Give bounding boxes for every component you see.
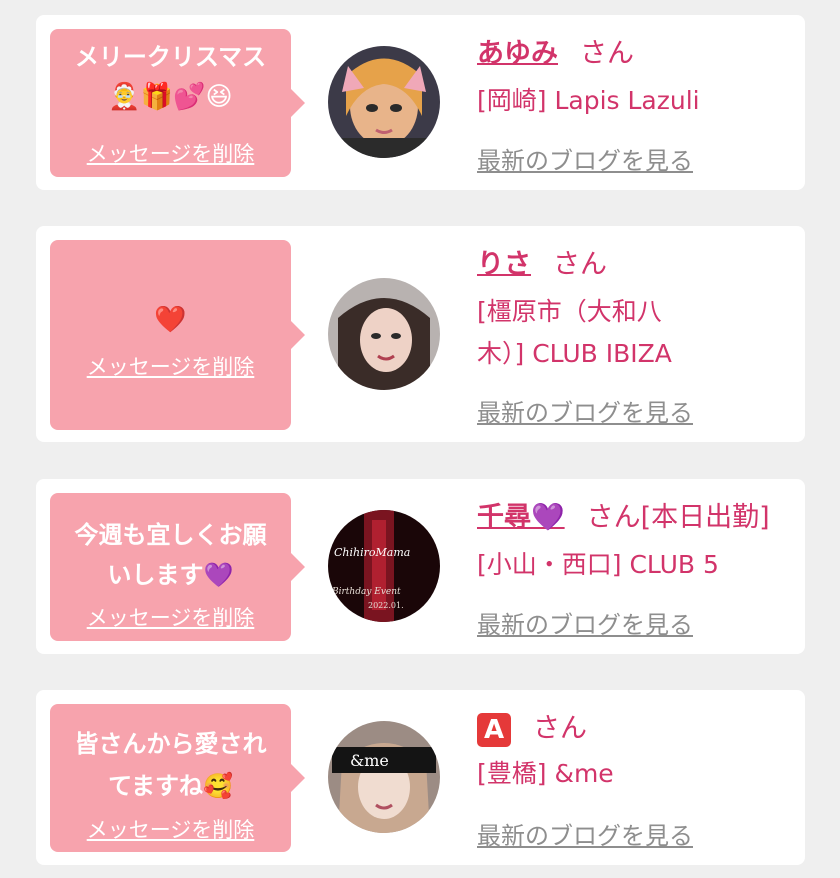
message-bubble: メリークリスマス 🤶🎁💕😆 メッセージを削除 bbox=[50, 29, 305, 177]
message-text-line1: 今週も宜しくお願 bbox=[74, 521, 267, 549]
message-card: メリークリスマス 🤶🎁💕😆 メッセージを削除 あゆみ さん [岡崎] Lapis … bbox=[36, 15, 805, 190]
shop-name: [豊橋] &me bbox=[477, 758, 614, 788]
user-name-link[interactable]: あゆみ bbox=[477, 38, 558, 69]
user-name-link[interactable]: 千尋💜 bbox=[477, 502, 565, 533]
message-card: 皆さんから愛され てますね🥰 メッセージを削除 &me A さん [豊橋] &me… bbox=[36, 690, 805, 865]
delete-message-link[interactable]: メッセージを削除 bbox=[50, 138, 291, 168]
avatar-photo-icon: ChihiroMama Birthday Event 2022.01. bbox=[328, 510, 440, 622]
message-text-line2: てますね🥰 bbox=[108, 772, 233, 800]
message-bubble: ❤️ メッセージを削除 bbox=[50, 240, 305, 430]
latest-blog-link[interactable]: 最新のブログを見る bbox=[477, 393, 693, 428]
shop-name-line2: 木）] CLUB IBIZA bbox=[477, 339, 672, 368]
honorific: さん bbox=[580, 38, 634, 69]
delete-message-link[interactable]: メッセージを削除 bbox=[50, 602, 291, 632]
honorific: さん bbox=[553, 249, 607, 280]
shop-name: [小山・西口] CLUB 5 bbox=[477, 550, 719, 579]
message-text-line2: 🤶🎁💕😆 bbox=[108, 82, 233, 112]
user-info: あゆみ さん [岡崎] Lapis Lazuli bbox=[477, 31, 795, 122]
latest-blog-link[interactable]: 最新のブログを見る bbox=[477, 141, 693, 176]
avatar[interactable]: &me bbox=[328, 721, 440, 833]
name-line: A さん bbox=[477, 706, 795, 747]
honorific: さん bbox=[586, 502, 641, 533]
name-line: 千尋💜 さん[本日出勤] bbox=[477, 495, 795, 534]
attendance-status: [本日出勤] bbox=[640, 502, 770, 533]
avatar-logo-text: &me bbox=[350, 751, 389, 770]
avatar[interactable] bbox=[328, 278, 440, 390]
message-text-line1: メリークリスマス bbox=[74, 43, 267, 71]
user-info: りさ さん [橿原市（大和八 木）] CLUB IBIZA bbox=[477, 242, 795, 375]
shop-name: [岡崎] Lapis Lazuli bbox=[477, 86, 700, 115]
avatar-photo-icon bbox=[328, 278, 440, 390]
name-line: りさ さん bbox=[477, 242, 795, 281]
honorific: さん bbox=[533, 713, 587, 744]
message-text-line2: いします💜 bbox=[107, 561, 234, 589]
avatar[interactable]: ChihiroMama Birthday Event 2022.01. bbox=[328, 510, 440, 622]
user-info: A さん [豊橋] &me bbox=[477, 706, 795, 795]
shop-name-line1: [橿原市（大和八 bbox=[477, 297, 662, 326]
user-name-link[interactable]: りさ bbox=[477, 249, 531, 280]
message-bubble: 今週も宜しくお願 いします💜 メッセージを削除 bbox=[50, 493, 305, 641]
avatar-subcaption: Birthday Event bbox=[331, 587, 401, 597]
message-list: メリークリスマス 🤶🎁💕😆 メッセージを削除 あゆみ さん [岡崎] Lapis … bbox=[0, 0, 840, 878]
delete-message-link[interactable]: メッセージを削除 bbox=[50, 814, 291, 844]
avatar-caption: ChihiroMama bbox=[334, 546, 410, 559]
latest-blog-link[interactable]: 最新のブログを見る bbox=[477, 605, 693, 640]
message-text-line1: ❤️ bbox=[154, 305, 187, 335]
delete-message-link[interactable]: メッセージを削除 bbox=[50, 351, 291, 381]
message-text-line1: 皆さんから愛され bbox=[74, 730, 267, 758]
message-bubble: 皆さんから愛され てますね🥰 メッセージを削除 bbox=[50, 704, 305, 852]
avatar[interactable] bbox=[328, 46, 440, 158]
latest-blog-link[interactable]: 最新のブログを見る bbox=[477, 816, 693, 851]
name-a-badge-icon[interactable]: A bbox=[477, 712, 511, 747]
user-info: 千尋💜 さん[本日出勤] [小山・西口] CLUB 5 bbox=[477, 495, 795, 586]
message-card: 今週も宜しくお願 いします💜 メッセージを削除 ChihiroMama Birt… bbox=[36, 479, 805, 654]
avatar-date: 2022.01. bbox=[368, 601, 404, 610]
avatar-photo-icon bbox=[328, 46, 440, 158]
name-line: あゆみ さん bbox=[477, 31, 795, 70]
message-card: ❤️ メッセージを削除 りさ さん [橿原市（大和八 木）] CLUB IBIZA… bbox=[36, 226, 805, 442]
avatar-photo-icon: &me bbox=[328, 721, 440, 833]
